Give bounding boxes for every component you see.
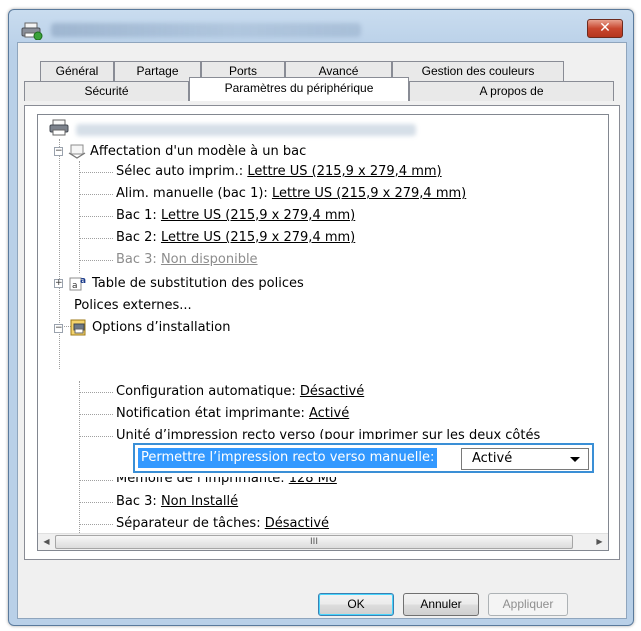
svg-text:a: a — [72, 281, 78, 291]
collapse-toggle-icon[interactable]: − — [54, 324, 63, 333]
manual-duplex-dropdown[interactable]: Activé — [461, 448, 589, 470]
installation-options-icon — [70, 319, 86, 336]
tree-item-selec-auto[interactable]: Sélec auto imprim.: Lettre US (215,9 x 2… — [116, 161, 442, 183]
item-label: Bac 1: — [116, 208, 161, 223]
cancel-button[interactable]: Annuler — [403, 593, 479, 616]
tree-item-alim-manuelle[interactable]: Alim. manuelle (bac 1): Lettre US (215,9… — [116, 183, 466, 205]
collapse-toggle-icon[interactable]: − — [54, 147, 63, 156]
item-label: Mémoire de l’imprimante: — [116, 477, 289, 486]
tree-item-substitution-polices[interactable]: Table de substitution des polices — [92, 273, 304, 295]
manual-duplex-label: Permettre l’impression recto verso manue… — [138, 448, 438, 468]
tab-parametres-peripherique[interactable]: Paramètres du périphérique — [189, 77, 409, 101]
item-label: Configuration automatique: — [116, 384, 300, 399]
manual-duplex-editor: Permettre l’impression recto verso manue… — [133, 443, 594, 473]
tree-item-recto-verso-unit[interactable]: Unité d’impression recto verso (pour imp… — [116, 425, 540, 439]
tree-item-bac3-installe[interactable]: Bac 3: Non Installé — [116, 491, 238, 513]
item-value-link[interactable]: Lettre US (215,9 x 279,4 mm) — [161, 208, 355, 223]
font-substitution-icon: a a — [69, 276, 86, 291]
tree-item-polices-externes[interactable]: Polices externes... — [74, 295, 192, 317]
item-label: Bac 3: — [116, 252, 161, 267]
printer-icon — [21, 22, 43, 40]
tab-partage[interactable]: Partage — [114, 61, 201, 81]
item-value-link[interactable]: Lettre US (215,9 x 279,4 mm) — [161, 230, 355, 245]
tree-item-options-installation[interactable]: Options d’installation — [92, 317, 230, 339]
item-value-link[interactable]: Non Installé — [161, 494, 238, 509]
ok-button[interactable]: OK — [318, 593, 394, 616]
printer-name-blurred — [76, 124, 416, 136]
close-button[interactable]: ✕ — [587, 19, 623, 38]
item-label: Bac 3: — [116, 494, 161, 509]
tree-item-config-auto[interactable]: Configuration automatique: Désactivé — [116, 381, 364, 403]
tree-item-notification[interactable]: Notification état imprimante: Activé — [116, 403, 349, 425]
item-label: Alim. manuelle (bac 1): — [116, 186, 272, 201]
device-settings-panel: − Affectation d'un modèle à un bac Sélec… — [24, 105, 620, 560]
item-label: Bac 2: — [116, 230, 161, 245]
item-label: Unité d’impression recto verso (pour imp… — [116, 428, 541, 439]
scroll-right-icon[interactable]: ▶ — [591, 534, 608, 550]
tab-strip: Général Partage Ports Avancé Gestion des… — [18, 43, 626, 105]
horizontal-scrollbar[interactable]: ◀ III ▶ — [38, 533, 608, 550]
tab-a-propos[interactable]: A propos de — [409, 81, 614, 101]
item-value-link[interactable]: Lettre US (215,9 x 279,4 mm) — [272, 186, 466, 201]
apply-button[interactable]: Appliquer — [488, 593, 568, 616]
tree-item-bac1[interactable]: Bac 1: Lettre US (215,9 x 279,4 mm) — [116, 205, 355, 227]
tree-item-bac2[interactable]: Bac 2: Lettre US (215,9 x 279,4 mm) — [116, 227, 355, 249]
printer-properties-window: ✕ Général Partage Ports Avancé Gestion d… — [8, 9, 634, 626]
expand-toggle-icon[interactable]: + — [54, 279, 63, 288]
item-value-link[interactable]: Désactivé — [265, 516, 329, 531]
printer-root-icon — [49, 119, 69, 136]
settings-tree: − Affectation d'un modèle à un bac Sélec… — [37, 114, 609, 551]
chevron-down-icon[interactable] — [570, 457, 580, 462]
item-value-link[interactable]: Activé — [309, 406, 349, 421]
item-value-link[interactable]: Lettre US (215,9 x 279,4 mm) — [247, 164, 441, 179]
svg-text:a: a — [80, 276, 86, 286]
tree-item-memoire[interactable]: Mémoire de l’imprimante: 128 Mo — [116, 477, 337, 489]
window-title-blurred — [51, 23, 361, 37]
item-value-link: Non disponible — [160, 252, 258, 267]
scrollbar-thumb[interactable]: III — [55, 535, 573, 549]
item-label: Notification état imprimante: — [116, 406, 309, 421]
scroll-left-icon[interactable]: ◀ — [38, 534, 55, 550]
paper-tray-icon — [68, 144, 86, 159]
tree-item-affectation[interactable]: Affectation d'un modèle à un bac — [90, 141, 306, 163]
dialog-client-area: Général Partage Ports Avancé Gestion des… — [17, 42, 627, 619]
dropdown-selected-value: Activé — [472, 451, 513, 466]
item-label: Séparateur de tâches: — [116, 516, 265, 531]
item-value-link[interactable]: 128 Mo — [289, 477, 337, 486]
tab-securite[interactable]: Sécurité — [24, 81, 189, 101]
item-label: Sélec auto imprim.: — [116, 164, 248, 179]
item-value-link[interactable]: Désactivé — [300, 384, 364, 399]
tree-item-separateur[interactable]: Séparateur de tâches: Désactivé — [116, 513, 329, 535]
tab-general[interactable]: Général — [40, 61, 114, 81]
tree-item-bac3-disabled: Bac 3: Non disponible — [116, 249, 258, 271]
tab-gestion-couleurs[interactable]: Gestion des couleurs — [392, 61, 564, 81]
